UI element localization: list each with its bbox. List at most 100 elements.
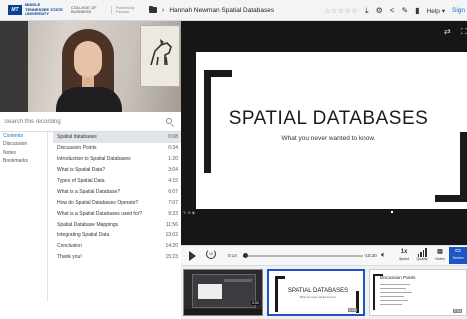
list-item[interactable]: Conclusion 14:20 [53, 241, 181, 252]
thumbnail-slide-1[interactable]: SPATIAL DATABASES What you never wanted … [267, 269, 365, 316]
quality-button[interactable]: Quality [413, 248, 431, 261]
list-item-title: Integrating Spatial Data [57, 232, 110, 239]
speed-button[interactable]: 1x Speed [395, 248, 413, 261]
share-icon[interactable]: < [390, 6, 395, 15]
list-item-title: What is a Spatial Databases used for? [57, 210, 143, 217]
list-item-time: 4:15 [168, 178, 178, 184]
download-icon[interactable]: ⤓ [365, 6, 369, 16]
list-item-time: 7:07 [168, 199, 178, 206]
university-logo[interactable]: MT MIDDLE TENNESSEE STATE UNIVERSITY [8, 3, 65, 17]
list-item-title: Discussion Points [57, 145, 97, 152]
search-input[interactable] [4, 118, 154, 125]
list-item-time: 6:07 [168, 188, 178, 195]
list-item[interactable]: How do Spatial Databases Operate? 7:07 [53, 197, 181, 208]
list-item[interactable]: Discussion Points 0:34 [53, 143, 181, 154]
list-item[interactable]: Spatial Database Mappings 11:56 [53, 219, 181, 230]
list-item-time: 13:02 [165, 232, 178, 239]
thumbnail-slide-2[interactable]: Discussion Points 0:34 [369, 269, 467, 316]
notes-icon: ▤ [437, 249, 443, 255]
sign-in-button[interactable]: Sign [452, 7, 465, 14]
rating-stars[interactable]: ☆☆☆☆☆ [324, 7, 358, 15]
thumb-title: Discussion Points [380, 275, 416, 280]
quality-label: Quality [416, 257, 428, 261]
top-bar: MT MIDDLE TENNESSEE STATE UNIVERSITY COL… [0, 0, 467, 21]
stats-icon[interactable]: ▮ [415, 6, 419, 15]
list-item[interactable]: Spatial databases 0:08 [53, 132, 181, 143]
progress-handle[interactable] [242, 253, 248, 258]
list-item-title: Introduction to Spatial Databases [57, 156, 131, 163]
page-title: Hannah Newman Spatial Databases [169, 6, 275, 14]
slide-frame-top [204, 70, 232, 77]
list-item-title: Types of Spatial Data [57, 178, 105, 184]
slide-frame-bottom [435, 195, 467, 202]
list-item[interactable]: Integrating Spatial Data 13:02 [53, 230, 181, 241]
contents-list: Spatial databases 0:08 Discussion Points 0… [53, 132, 181, 263]
thumbnail-screen[interactable]: 0:00 [183, 269, 263, 316]
list-item-title: How do Spatial Databases Operate? [57, 199, 139, 206]
list-item-time: 11:56 [165, 221, 178, 228]
thumb-bullet-line [380, 292, 412, 294]
pen-tools-icon[interactable]: ✎ ⊘ ◈ [183, 210, 195, 215]
slide-subtitle: What you never wanted to know. [281, 135, 376, 142]
search-icon[interactable] [166, 118, 172, 124]
notes-button[interactable]: ▤ Notes [431, 248, 449, 261]
edit-icon[interactable]: ✎ [401, 6, 408, 15]
list-item-time: 9:23 [168, 210, 178, 217]
mtsu-badge: MT [8, 5, 22, 15]
play-icon[interactable] [189, 251, 196, 261]
slide-title: SPATIAL DATABASES [228, 108, 429, 129]
list-item-title: Spatial databases [57, 134, 97, 141]
list-item-title: What is Spatial Data? [57, 167, 106, 174]
current-time: 0:14 [228, 253, 237, 258]
progress-bar[interactable] [242, 253, 363, 258]
list-item[interactable]: Types of Spatial Data 4:15 [53, 176, 181, 187]
sidebar-footer [0, 302, 181, 319]
college-name: COLLEGE OF BUSINESS [71, 4, 97, 14]
thumb-duration: 0:08 [348, 308, 357, 312]
tab-discussion[interactable]: Discussion [0, 140, 47, 148]
powered-by: Powered by Panopto [111, 6, 139, 14]
search-bar [0, 112, 181, 132]
thumb-bullet-line [380, 284, 410, 286]
list-item[interactable]: Introduction to Spatial Databases 1:20 [53, 154, 181, 165]
horse-artwork [150, 39, 172, 66]
folder-icon[interactable] [149, 5, 157, 13]
volume-icon[interactable]: 🔈︎ [381, 250, 386, 260]
thumb-slide-preview [198, 284, 222, 299]
list-item-time: 0:34 [168, 145, 178, 152]
list-item[interactable]: Thank you! 15:23 [53, 252, 181, 263]
side-tabs: Contents Discussion Notes Bookmarks [0, 132, 48, 302]
speed-value: 1x [400, 249, 408, 255]
list-item-time: 14:20 [165, 243, 178, 250]
list-item[interactable]: What is Spatial Data? 3:04 [53, 165, 181, 176]
tab-bookmarks[interactable]: Bookmarks [0, 157, 47, 165]
list-item-time: 3:04 [168, 167, 178, 174]
tab-notes[interactable]: Notes [0, 149, 47, 157]
screen-button[interactable]: ▭ Screen [449, 247, 467, 264]
thumb-frame-left [373, 274, 375, 310]
top-right-actions: ☆☆☆☆☆ ⤓ ⚙ < ✎ ▮ Help ▾ Sign [324, 0, 467, 21]
list-item-title: What is a Spatial Database? [57, 188, 121, 195]
list-item-title: Spatial Database Mappings [57, 221, 119, 228]
rewind-icon[interactable]: 10 [206, 249, 216, 259]
notes-label: Notes [435, 257, 445, 261]
fullscreen-icon[interactable]: ⛶ [461, 27, 467, 37]
thumb-bullet-line [380, 304, 402, 306]
swap-view-icon[interactable]: ⇄ [444, 27, 451, 36]
list-item[interactable]: What is a Spatial Database? 6:07 [53, 186, 181, 197]
presenter-face [74, 41, 102, 77]
gear-icon[interactable]: ⚙ [376, 6, 383, 15]
presentation-slide [196, 52, 467, 209]
webcam-video[interactable] [0, 21, 181, 112]
help-button[interactable]: Help ▾ [427, 7, 445, 15]
thumb-bullet-line [380, 300, 408, 302]
list-item[interactable]: What is a Spatial Databases used for? 9:2… [53, 208, 181, 219]
tab-contents[interactable]: Contents [0, 132, 47, 140]
list-item-time: 1:20 [168, 156, 178, 163]
presenter-body [56, 87, 122, 112]
university-name: MIDDLE TENNESSEE STATE UNIVERSITY [25, 2, 63, 17]
list-item-time: 0:08 [168, 134, 178, 141]
thumb-subtitle: What you never wanted to know. [299, 296, 337, 299]
list-item-title: Thank you! [57, 254, 82, 261]
speed-label: Speed [398, 257, 410, 261]
